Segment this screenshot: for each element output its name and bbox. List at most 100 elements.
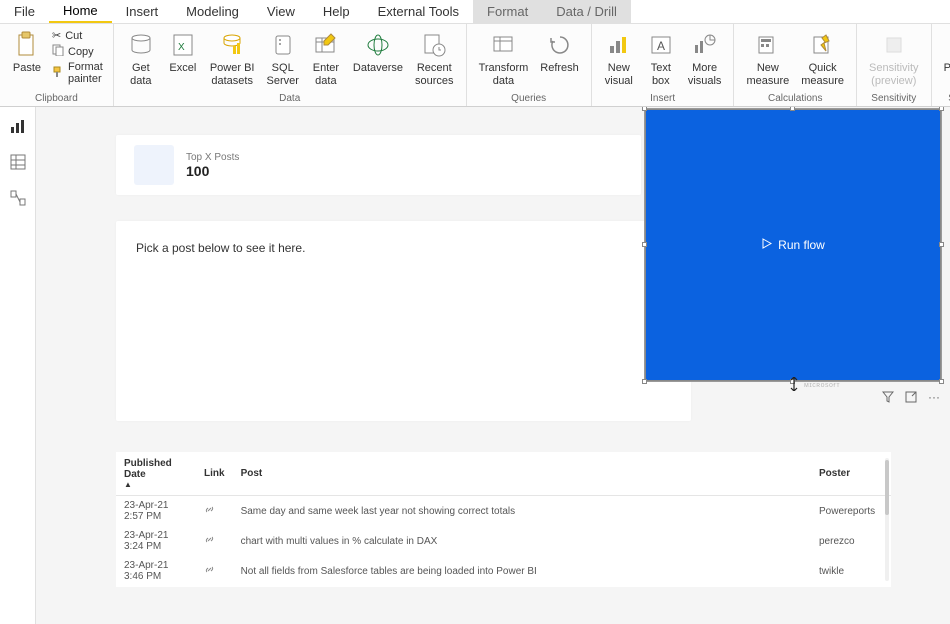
top-card[interactable]: Top X Posts 100	[116, 135, 641, 195]
card-avatar	[134, 145, 174, 185]
link-icon	[204, 567, 215, 578]
run-flow-button[interactable]: Run flow	[761, 238, 825, 252]
menu-format[interactable]: Format	[473, 0, 542, 23]
link-icon	[204, 537, 215, 548]
cell-link[interactable]	[196, 586, 233, 587]
cell-link[interactable]	[196, 526, 233, 556]
recent-icon	[419, 30, 449, 60]
cell-post: Need help writing a measure for the last…	[233, 586, 811, 587]
menu-data-drill[interactable]: Data / Drill	[542, 0, 631, 23]
refresh-icon	[545, 30, 575, 60]
paste-button[interactable]: Paste	[6, 28, 48, 77]
publish-icon	[947, 30, 950, 60]
cut-button[interactable]: ✂Cut	[52, 28, 103, 43]
run-flow-visual[interactable]: Run flow	[645, 109, 941, 381]
excel-label: Excel	[169, 62, 196, 75]
report-view-icon[interactable]	[7, 115, 29, 137]
menu-home[interactable]: Home	[49, 0, 112, 23]
ribbon: Paste ✂Cut Copy Format painter Clipboard…	[0, 24, 950, 107]
cell-post: Not all fields from Salesforce tables ar…	[233, 556, 811, 586]
enter-data-button[interactable]: Enter data	[305, 28, 347, 89]
sensitivity-button: Sensitivity (preview)	[863, 28, 925, 89]
copy-button[interactable]: Copy	[52, 43, 103, 60]
menu-bar: File Home Insert Modeling View Help Exte…	[0, 0, 950, 24]
table-scroll-thumb[interactable]	[885, 460, 889, 515]
text-box-icon: A	[646, 30, 676, 60]
cell-post: chart with multi values in % calculate i…	[233, 526, 811, 556]
publish-button[interactable]: Publish	[938, 28, 950, 77]
posts-table[interactable]: Published Date▲ Link Post Poster 23-Apr-…	[116, 452, 891, 587]
calc-group-label: Calculations	[740, 92, 850, 106]
menu-insert[interactable]: Insert	[112, 0, 173, 23]
sql-server-button[interactable]: SQL Server	[260, 28, 304, 89]
cell-poster: twikle	[811, 556, 891, 586]
dataverse-button[interactable]: Dataverse	[347, 28, 409, 77]
pick-post-card[interactable]: Pick a post below to see it here.	[116, 221, 691, 421]
ribbon-group-queries: Transform data Refresh Queries	[467, 24, 592, 106]
data-view-icon[interactable]	[7, 151, 29, 173]
cell-poster: perezco	[811, 526, 891, 556]
new-measure-button[interactable]: New measure	[740, 28, 795, 89]
col-link[interactable]: Link	[196, 452, 233, 496]
enter-data-label: Enter data	[313, 62, 339, 87]
dataverse-icon	[363, 30, 393, 60]
cell-link[interactable]	[196, 496, 233, 527]
enter-data-icon	[311, 30, 341, 60]
table-scrollbar[interactable]	[885, 458, 889, 581]
paste-icon	[12, 30, 42, 60]
card-title: Top X Posts	[186, 152, 239, 163]
format-painter-button[interactable]: Format painter	[52, 60, 103, 86]
transform-data-button[interactable]: Transform data	[473, 28, 535, 89]
new-measure-label: New measure	[746, 62, 789, 87]
svg-text:X: X	[178, 42, 185, 53]
left-rail	[0, 107, 36, 624]
queries-group-label: Queries	[473, 92, 585, 106]
table-row[interactable]: 23-Apr-21 2:57 PMSame day and same week …	[116, 496, 891, 527]
model-view-icon[interactable]	[7, 187, 29, 209]
menu-file[interactable]: File	[0, 0, 49, 23]
paste-label: Paste	[13, 62, 41, 75]
get-data-icon	[126, 30, 156, 60]
more-options-icon[interactable]: ···	[927, 390, 941, 404]
filter-icon[interactable]	[881, 390, 895, 404]
more-visuals-button[interactable]: More visuals	[682, 28, 728, 89]
menu-view[interactable]: View	[253, 0, 309, 23]
new-visual-button[interactable]: New visual	[598, 28, 640, 89]
menu-external-tools[interactable]: External Tools	[364, 0, 473, 23]
quick-measure-button[interactable]: Quick measure	[795, 28, 850, 89]
pbi-datasets-button[interactable]: Power BI datasets	[204, 28, 261, 89]
col-published-date[interactable]: Published Date▲	[116, 452, 196, 496]
svg-text:A: A	[657, 39, 665, 53]
focus-mode-icon[interactable]	[904, 390, 918, 404]
recent-label: Recent sources	[415, 62, 454, 87]
quick-measure-label: Quick measure	[801, 62, 844, 87]
cell-date: 23-Apr-21 3:24 PM	[116, 526, 196, 556]
table-row[interactable]: 23-Apr-21 3:49 PMNeed help writing a mea…	[116, 586, 891, 587]
sql-label: SQL Server	[266, 62, 298, 87]
new-visual-label: New visual	[605, 62, 633, 87]
link-icon	[204, 507, 215, 518]
menu-help[interactable]: Help	[309, 0, 364, 23]
text-box-button[interactable]: AText box	[640, 28, 682, 89]
refresh-button[interactable]: Refresh	[534, 28, 585, 77]
cell-post: Same day and same week last year not sho…	[233, 496, 811, 527]
clipboard-group-label: Clipboard	[6, 92, 107, 106]
sql-icon	[268, 30, 298, 60]
transform-icon	[488, 30, 518, 60]
recent-sources-button[interactable]: Recent sources	[409, 28, 460, 89]
get-data-button[interactable]: Get data	[120, 28, 162, 89]
get-data-label: Get data	[130, 62, 151, 87]
col-poster[interactable]: Poster	[811, 452, 891, 496]
copy-label: Copy	[68, 46, 94, 58]
excel-icon: X	[168, 30, 198, 60]
pbi-datasets-icon	[217, 30, 247, 60]
cell-link[interactable]	[196, 556, 233, 586]
format-painter-icon	[52, 66, 64, 81]
table-row[interactable]: 23-Apr-21 3:24 PM chart with multi values…	[116, 526, 891, 556]
canvas[interactable]: Top X Posts 100 Pick a post below to see…	[36, 107, 950, 624]
table-row[interactable]: 23-Apr-21 3:46 PMNot all fields from Sal…	[116, 556, 891, 586]
col-post[interactable]: Post	[233, 452, 811, 496]
excel-button[interactable]: X Excel	[162, 28, 204, 77]
more-visuals-label: More visuals	[688, 62, 722, 87]
menu-modeling[interactable]: Modeling	[172, 0, 253, 23]
